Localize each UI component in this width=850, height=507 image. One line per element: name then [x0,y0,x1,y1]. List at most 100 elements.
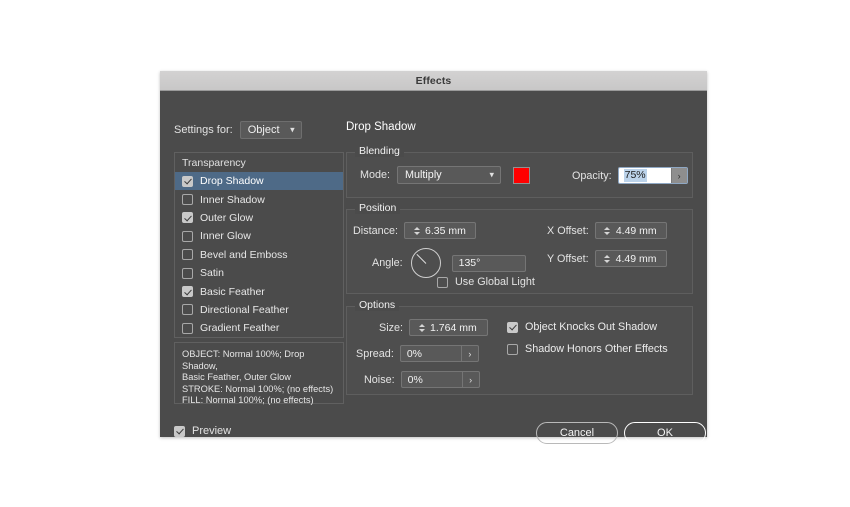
position-legend: Position [355,202,401,214]
spread-label: Spread: [356,347,394,360]
options-section: Options Size: 1.764 mm Spread: 0% › Nois… [346,299,693,395]
checkbox-inner-glow[interactable] [182,230,193,242]
effects-list-header: Transparency [182,157,246,169]
effects-dialog: Effects Settings for: Object ▾ Drop Shad… [160,71,707,444]
summary-line-stroke: STROKE: Normal 100%; (no effects) [182,383,334,394]
dialog-titlebar: Effects [160,71,707,91]
distance-row: Distance: 6.35 mm [353,222,477,239]
blending-section: Blending Mode: Multiply ▾ Opacity: 75% › [346,145,693,198]
stepper-icon[interactable] [416,320,427,335]
list-item-satin[interactable]: Satin [175,264,343,282]
checkbox-bevel-and-emboss[interactable] [182,249,193,261]
opacity-label: Opacity: [572,169,612,182]
effects-summary-box: OBJECT: Normal 100%; Drop Shadow, Basic … [174,342,344,405]
list-item-label: Basic Feather [200,285,265,298]
noise-label: Noise: [364,373,395,386]
opacity-input[interactable]: 75% › [617,167,688,184]
checkbox-shadow-honors-other-effects[interactable] [507,343,518,355]
shadow-color-swatch[interactable] [513,166,531,184]
effects-list: Transparency Drop Shadow Inner Shadow Ou… [174,152,344,338]
settings-for-label: Settings for: [174,124,233,136]
spread-input[interactable]: 0% › [399,345,479,362]
size-row: Size: 1.764 mm [379,319,489,336]
settings-for-select[interactable]: Object ▾ [239,121,302,139]
blend-mode-value: Multiply [405,169,442,181]
settings-for-row: Settings for: Object ▾ [174,121,302,139]
noise-row: Noise: 0% › [364,371,480,388]
x-offset-label: X Offset: [547,224,589,237]
checkbox-use-global-light[interactable] [437,276,448,288]
spread-value: 0% [406,347,423,360]
list-item-label: Inner Glow [200,230,251,243]
angle-label: Angle: [372,257,403,269]
chevron-right-icon[interactable]: › [670,168,687,183]
list-item-label: Bevel and Emboss [200,248,288,261]
cancel-button[interactable]: Cancel [536,422,618,444]
chevron-down-icon: ▾ [489,169,495,180]
blending-mode-row: Mode: Multiply ▾ [360,166,531,184]
list-item-label: Outer Glow [200,211,254,224]
list-item-inner-glow[interactable]: Inner Glow [175,227,343,245]
y-offset-input[interactable]: 4.49 mm [594,250,667,267]
checkbox-basic-feather[interactable] [182,286,193,298]
opacity-row: Opacity: 75% › [572,167,688,184]
dialog-body: Settings for: Object ▾ Drop Shadow Trans… [160,91,707,444]
position-section: Position Distance: 6.35 mm Angle: 135° U… [346,202,693,294]
checkbox-preview[interactable] [174,425,185,437]
y-offset-row: Y Offset: 4.49 mm [547,250,667,267]
list-item-gradient-feather[interactable]: Gradient Feather [175,319,343,337]
ok-button[interactable]: OK [624,422,706,444]
y-offset-value: 4.49 mm [615,252,657,265]
checkbox-outer-glow[interactable] [182,212,193,224]
angle-needle-icon [416,253,426,264]
distance-value: 6.35 mm [425,224,466,237]
chevron-right-icon[interactable]: › [460,346,478,361]
blend-mode-select[interactable]: Multiply ▾ [397,166,502,184]
checkbox-object-knocks-out-shadow[interactable] [507,321,518,333]
spread-row: Spread: 0% › [356,345,479,362]
stepper-icon[interactable] [602,223,613,238]
noise-value: 0% [407,373,423,386]
distance-input[interactable]: 6.35 mm [404,222,477,239]
checkbox-satin[interactable] [182,267,193,279]
y-offset-label: Y Offset: [547,252,589,265]
settings-for-value: Object [247,124,280,136]
list-item-label: Directional Feather [200,303,289,316]
summary-line-object: OBJECT: Normal 100%; Drop Shadow, [182,349,308,371]
distance-label: Distance: [353,224,399,237]
checkbox-drop-shadow[interactable] [182,175,193,187]
list-item-label: Inner Shadow [200,193,265,206]
preview-row[interactable]: Preview [174,425,231,437]
list-item-inner-shadow[interactable]: Inner Shadow [175,190,343,208]
list-item-basic-feather[interactable]: Basic Feather [175,282,343,300]
angle-row: Angle: 135° [372,248,526,278]
panel-title: Drop Shadow [346,121,416,133]
knocks-out-shadow-row[interactable]: Object Knocks Out Shadow [507,321,657,333]
x-offset-value: 4.49 mm [615,224,657,237]
list-item-bevel-and-emboss[interactable]: Bevel and Emboss [175,246,343,264]
size-input[interactable]: 1.764 mm [409,319,489,336]
list-item-drop-shadow[interactable]: Drop Shadow [175,172,343,191]
checkbox-gradient-feather[interactable] [182,322,193,334]
shadow-honors-effects-label: Shadow Honors Other Effects [525,343,668,355]
list-item-outer-glow[interactable]: Outer Glow [175,209,343,227]
chevron-down-icon: ▾ [290,124,295,135]
use-global-light-row[interactable]: Use Global Light [437,276,535,288]
size-value: 1.764 mm [430,321,477,334]
chevron-right-icon[interactable]: › [461,372,479,387]
angle-value: 135° [458,257,481,269]
list-item-directional-feather[interactable]: Directional Feather [175,301,343,319]
shadow-honors-effects-row[interactable]: Shadow Honors Other Effects [507,343,668,355]
blending-legend: Blending [355,145,404,157]
x-offset-input[interactable]: 4.49 mm [594,222,667,239]
checkbox-directional-feather[interactable] [182,304,193,316]
angle-input[interactable]: 135° [451,254,526,272]
dialog-title: Effects [415,74,452,87]
angle-dial[interactable] [410,248,441,278]
options-legend: Options [355,299,400,311]
noise-input[interactable]: 0% › [400,371,480,388]
stepper-icon[interactable] [411,223,422,238]
stepper-icon[interactable] [602,251,613,266]
preview-label: Preview [192,425,232,437]
checkbox-inner-shadow[interactable] [182,194,193,206]
